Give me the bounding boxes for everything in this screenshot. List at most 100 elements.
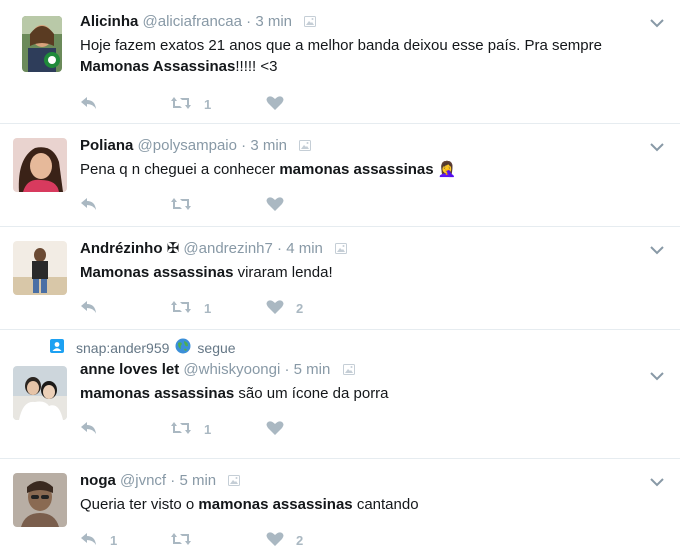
username[interactable]: @polysampaio [138, 137, 237, 154]
like-button[interactable] [266, 196, 326, 215]
reply-button[interactable] [80, 96, 170, 113]
like-count: 2 [296, 532, 304, 548]
chevron-down-icon[interactable] [650, 474, 664, 488]
reply-button[interactable] [80, 421, 170, 438]
tweet-text: Pena q n cheguei a conhecer mamonas assa… [80, 161, 457, 178]
highlighted-keyword: mamonas assassinas [198, 496, 353, 513]
timestamp[interactable]: 5 min [294, 361, 331, 378]
retweet-icon [170, 531, 192, 550]
heart-icon [266, 531, 284, 550]
retweet-button[interactable]: 1 [170, 95, 266, 114]
avatar[interactable] [13, 241, 67, 295]
display-name[interactable]: Alicinha [80, 13, 138, 30]
reply-button[interactable] [80, 300, 170, 317]
timestamp[interactable]: 3 min [250, 137, 287, 154]
avatar[interactable] [22, 16, 62, 72]
retweet-button[interactable]: 1 [170, 420, 266, 439]
media-badge-icon [228, 472, 241, 492]
retweet-button[interactable] [170, 531, 266, 550]
username[interactable]: @andrezinh7 [183, 240, 272, 257]
tweet-actions: 1 [80, 418, 666, 440]
separator: · [277, 240, 283, 257]
tweet-actions: 1 2 [80, 297, 666, 319]
retweet-button[interactable]: 1 [170, 299, 266, 318]
heart-icon [266, 196, 284, 215]
person-square-icon [50, 339, 64, 357]
retweet-button[interactable] [170, 196, 266, 215]
tweet[interactable]: Andrézinho ✠ @andrezinh7 · 4 min Mamonas… [0, 227, 680, 330]
retweet-icon [170, 299, 192, 318]
timestamp[interactable]: 4 min [286, 240, 323, 257]
tweet-header: Poliana @polysampaio · 3 min [80, 136, 666, 157]
highlighted-keyword: Mamonas Assassinas [80, 58, 236, 75]
display-name[interactable]: anne loves let [80, 361, 179, 378]
display-name[interactable]: Andrézinho ✠ [80, 240, 179, 257]
retweet-icon [170, 196, 192, 215]
username[interactable]: @jvncf [120, 472, 166, 489]
tweet-header: noga @jvncf · 5 min [80, 471, 666, 492]
reply-button[interactable]: 1 [80, 532, 170, 549]
tweet-text: Mamonas assassinas viraram lenda! [80, 264, 333, 281]
avatar[interactable] [13, 138, 67, 192]
like-button[interactable] [266, 95, 326, 114]
reply-icon [80, 96, 98, 113]
chevron-down-icon[interactable] [650, 242, 664, 256]
like-button[interactable]: 2 [266, 299, 326, 318]
highlighted-keyword: Mamonas assassinas [80, 264, 234, 281]
reply-icon [80, 532, 98, 549]
tweet-header: Alicinha @aliciafrancaa · 3 min [80, 12, 666, 33]
retweet-count: 1 [204, 421, 212, 437]
display-name[interactable]: Poliana [80, 137, 133, 154]
display-name[interactable]: noga [80, 472, 116, 489]
media-badge-icon [335, 240, 348, 260]
retweet-count: 1 [204, 96, 212, 112]
globe-icon [175, 338, 191, 358]
tweet-actions [80, 194, 666, 216]
reply-count: 1 [110, 532, 118, 548]
retweet-icon [170, 95, 192, 114]
reply-button[interactable] [80, 197, 170, 214]
tweet-text: Hoje fazem exatos 21 anos que a melhor b… [80, 37, 602, 75]
tweet[interactable]: snap:ander959 segue anne loves let @whis… [0, 330, 680, 459]
reply-icon [80, 300, 98, 317]
retweet-count: 1 [204, 300, 212, 316]
username[interactable]: @aliciafrancaa [143, 13, 242, 30]
avatar[interactable] [13, 366, 67, 420]
heart-icon [266, 420, 284, 439]
social-context-suffix: segue [197, 340, 236, 356]
media-badge-icon [304, 13, 317, 33]
separator: · [246, 13, 252, 30]
like-button[interactable]: 2 [266, 531, 326, 550]
chevron-down-icon[interactable] [650, 368, 664, 382]
retweet-icon [170, 420, 192, 439]
heart-icon [266, 95, 284, 114]
heart-icon [266, 299, 284, 318]
username[interactable]: @whiskyoongi [183, 361, 280, 378]
chevron-down-icon[interactable] [650, 15, 664, 29]
separator: · [170, 472, 176, 489]
separator: · [284, 361, 290, 378]
tweet[interactable]: Poliana @polysampaio · 3 min Pena q n ch… [0, 124, 680, 227]
chevron-down-icon[interactable] [650, 139, 664, 153]
social-context: snap:ander959 segue [50, 338, 666, 358]
separator: · [241, 137, 247, 154]
timestamp[interactable]: 5 min [179, 472, 216, 489]
tweet-header: anne loves let @whiskyoongi · 5 min [80, 360, 666, 381]
avatar[interactable] [13, 473, 67, 527]
social-context-user[interactable]: snap:ander959 [76, 339, 169, 357]
timestamp[interactable]: 3 min [255, 13, 292, 30]
media-badge-icon [342, 361, 355, 381]
tweet[interactable]: noga @jvncf · 5 min Queria ter visto o m… [0, 459, 680, 555]
tweet[interactable]: Alicinha @aliciafrancaa · 3 min Hoje faz… [0, 0, 680, 124]
tweet-actions: 1 [80, 93, 666, 115]
timeline: Alicinha @aliciafrancaa · 3 min Hoje faz… [0, 0, 680, 555]
reply-icon [80, 421, 98, 438]
tweet-text: Queria ter visto o mamonas assassinas ca… [80, 496, 419, 513]
like-count: 2 [296, 300, 304, 316]
like-button[interactable] [266, 420, 326, 439]
tweet-header: Andrézinho ✠ @andrezinh7 · 4 min [80, 239, 666, 260]
highlighted-keyword: mamonas assassinas [80, 385, 235, 402]
reply-icon [80, 197, 98, 214]
highlighted-keyword: mamonas assassinas [279, 161, 434, 178]
tweet-actions: 1 2 [80, 529, 666, 551]
